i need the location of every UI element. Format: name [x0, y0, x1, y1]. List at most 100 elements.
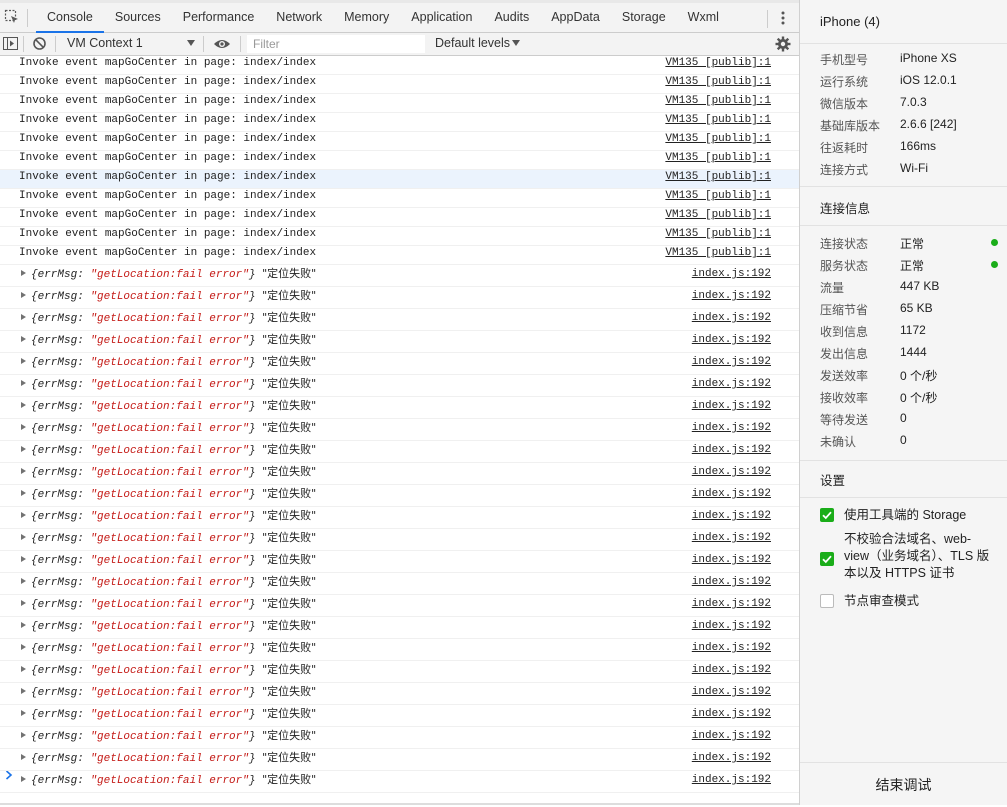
- expand-triangle-icon[interactable]: [21, 556, 26, 562]
- log-source-link[interactable]: index.js:192: [692, 441, 771, 459]
- error-row[interactable]: {errMsg: "getLocation:fail error"} "定位失败…: [0, 265, 799, 287]
- tab-application[interactable]: Application: [400, 3, 483, 33]
- error-row[interactable]: {errMsg: "getLocation:fail error"} "定位失败…: [0, 353, 799, 375]
- error-row[interactable]: {errMsg: "getLocation:fail error"} "定位失败…: [0, 419, 799, 441]
- log-source-link[interactable]: index.js:192: [692, 507, 771, 525]
- log-source-link[interactable]: index.js:192: [692, 595, 771, 613]
- tab-console[interactable]: Console: [36, 3, 104, 33]
- tab-sources[interactable]: Sources: [104, 3, 172, 33]
- expand-triangle-icon[interactable]: [21, 314, 26, 320]
- expand-triangle-icon[interactable]: [21, 710, 26, 716]
- expand-triangle-icon[interactable]: [21, 446, 26, 452]
- log-source-link[interactable]: index.js:192: [692, 397, 771, 415]
- settings-label[interactable]: 使用工具端的 Storage: [844, 507, 996, 524]
- expand-triangle-icon[interactable]: [21, 644, 26, 650]
- expand-triangle-icon[interactable]: [21, 292, 26, 298]
- expand-triangle-icon[interactable]: [21, 380, 26, 386]
- log-source-link[interactable]: index.js:192: [692, 309, 771, 327]
- dropdown-arrow-icon[interactable]: [187, 40, 195, 46]
- log-levels-selector[interactable]: Default levels: [435, 36, 510, 50]
- error-row[interactable]: {errMsg: "getLocation:fail error"} "定位失败…: [0, 507, 799, 529]
- settings-checkbox[interactable]: [820, 594, 834, 608]
- error-row[interactable]: {errMsg: "getLocation:fail error"} "定位失败…: [0, 595, 799, 617]
- log-source-link[interactable]: VM135 [publib]:1: [665, 132, 771, 147]
- log-source-link[interactable]: index.js:192: [692, 551, 771, 569]
- log-source-link[interactable]: index.js:192: [692, 529, 771, 547]
- error-row[interactable]: {errMsg: "getLocation:fail error"} "定位失败…: [0, 705, 799, 727]
- log-source-link[interactable]: index.js:192: [692, 639, 771, 657]
- settings-label[interactable]: 不校验合法域名、web-view（业务域名）、TLS 版本以及 HTTPS 证书: [844, 531, 996, 582]
- log-source-link[interactable]: VM135 [publib]:1: [665, 113, 771, 128]
- log-source-link[interactable]: index.js:192: [692, 287, 771, 305]
- expand-triangle-icon[interactable]: [21, 622, 26, 628]
- error-row[interactable]: {errMsg: "getLocation:fail error"} "定位失败…: [0, 441, 799, 463]
- log-source-link[interactable]: index.js:192: [692, 375, 771, 393]
- error-row[interactable]: {errMsg: "getLocation:fail error"} "定位失败…: [0, 463, 799, 485]
- show-sidebar-icon[interactable]: [3, 37, 18, 50]
- error-row[interactable]: {errMsg: "getLocation:fail error"} "定位失败…: [0, 375, 799, 397]
- log-source-link[interactable]: index.js:192: [692, 485, 771, 503]
- log-source-link[interactable]: index.js:192: [692, 771, 771, 789]
- expand-triangle-icon[interactable]: [21, 578, 26, 584]
- expand-triangle-icon[interactable]: [21, 424, 26, 430]
- error-row[interactable]: {errMsg: "getLocation:fail error"} "定位失败…: [0, 309, 799, 331]
- error-row[interactable]: {errMsg: "getLocation:fail error"} "定位失败…: [0, 485, 799, 507]
- log-source-link[interactable]: VM135 [publib]:1: [665, 189, 771, 204]
- log-source-link[interactable]: VM135 [publib]:1: [665, 246, 771, 261]
- log-source-link[interactable]: VM135 [publib]:1: [665, 75, 771, 90]
- expand-triangle-icon[interactable]: [21, 468, 26, 474]
- log-source-link[interactable]: index.js:192: [692, 617, 771, 635]
- expand-triangle-icon[interactable]: [21, 402, 26, 408]
- expand-triangle-icon[interactable]: [21, 358, 26, 364]
- filter-input[interactable]: [247, 35, 425, 53]
- expand-triangle-icon[interactable]: [21, 270, 26, 276]
- error-row[interactable]: {errMsg: "getLocation:fail error"} "定位失败…: [0, 771, 799, 793]
- error-row[interactable]: {errMsg: "getLocation:fail error"} "定位失败…: [0, 683, 799, 705]
- error-row[interactable]: {errMsg: "getLocation:fail error"} "定位失败…: [0, 551, 799, 573]
- expand-triangle-icon[interactable]: [21, 754, 26, 760]
- log-source-link[interactable]: index.js:192: [692, 683, 771, 701]
- expand-triangle-icon[interactable]: [21, 732, 26, 738]
- error-row[interactable]: {errMsg: "getLocation:fail error"} "定位失败…: [0, 529, 799, 551]
- log-source-link[interactable]: VM135 [publib]:1: [665, 94, 771, 109]
- tab-wxml[interactable]: Wxml: [677, 3, 730, 33]
- tab-performance[interactable]: Performance: [172, 3, 266, 33]
- dropdown-arrow-icon[interactable]: [512, 40, 520, 46]
- log-source-link[interactable]: VM135 [publib]:1: [665, 56, 771, 71]
- error-row[interactable]: {errMsg: "getLocation:fail error"} "定位失败…: [0, 617, 799, 639]
- context-selector[interactable]: VM Context 1: [67, 36, 143, 50]
- more-vertical-icon[interactable]: [778, 9, 788, 27]
- log-source-link[interactable]: VM135 [publib]:1: [665, 151, 771, 166]
- error-row[interactable]: {errMsg: "getLocation:fail error"} "定位失败…: [0, 639, 799, 661]
- log-source-link[interactable]: VM135 [publib]:1: [665, 170, 771, 185]
- log-source-link[interactable]: index.js:192: [692, 749, 771, 767]
- end-debug-button[interactable]: 结束调试: [800, 762, 1007, 805]
- log-source-link[interactable]: index.js:192: [692, 353, 771, 371]
- inspect-element-icon[interactable]: [4, 9, 20, 25]
- error-row[interactable]: {errMsg: "getLocation:fail error"} "定位失败…: [0, 727, 799, 749]
- tab-storage[interactable]: Storage: [611, 3, 677, 33]
- expand-triangle-icon[interactable]: [21, 336, 26, 342]
- log-source-link[interactable]: VM135 [publib]:1: [665, 227, 771, 242]
- tab-network[interactable]: Network: [265, 3, 333, 33]
- tab-memory[interactable]: Memory: [333, 3, 400, 33]
- clear-console-icon[interactable]: [32, 36, 47, 51]
- log-source-link[interactable]: VM135 [publib]:1: [665, 208, 771, 223]
- error-row[interactable]: {errMsg: "getLocation:fail error"} "定位失败…: [0, 661, 799, 683]
- tab-appdata[interactable]: AppData: [540, 3, 611, 33]
- eye-icon[interactable]: [213, 37, 231, 51]
- expand-triangle-icon[interactable]: [21, 534, 26, 540]
- expand-triangle-icon[interactable]: [21, 688, 26, 694]
- error-row[interactable]: {errMsg: "getLocation:fail error"} "定位失败…: [0, 573, 799, 595]
- log-source-link[interactable]: index.js:192: [692, 705, 771, 723]
- error-row[interactable]: {errMsg: "getLocation:fail error"} "定位失败…: [0, 749, 799, 771]
- error-row[interactable]: {errMsg: "getLocation:fail error"} "定位失败…: [0, 287, 799, 309]
- settings-label[interactable]: 节点审查模式: [844, 593, 996, 610]
- settings-checkbox[interactable]: [820, 552, 834, 566]
- log-source-link[interactable]: index.js:192: [692, 265, 771, 283]
- expand-triangle-icon[interactable]: [21, 600, 26, 606]
- error-row[interactable]: {errMsg: "getLocation:fail error"} "定位失败…: [0, 397, 799, 419]
- log-source-link[interactable]: index.js:192: [692, 331, 771, 349]
- log-source-link[interactable]: index.js:192: [692, 419, 771, 437]
- settings-checkbox[interactable]: [820, 508, 834, 522]
